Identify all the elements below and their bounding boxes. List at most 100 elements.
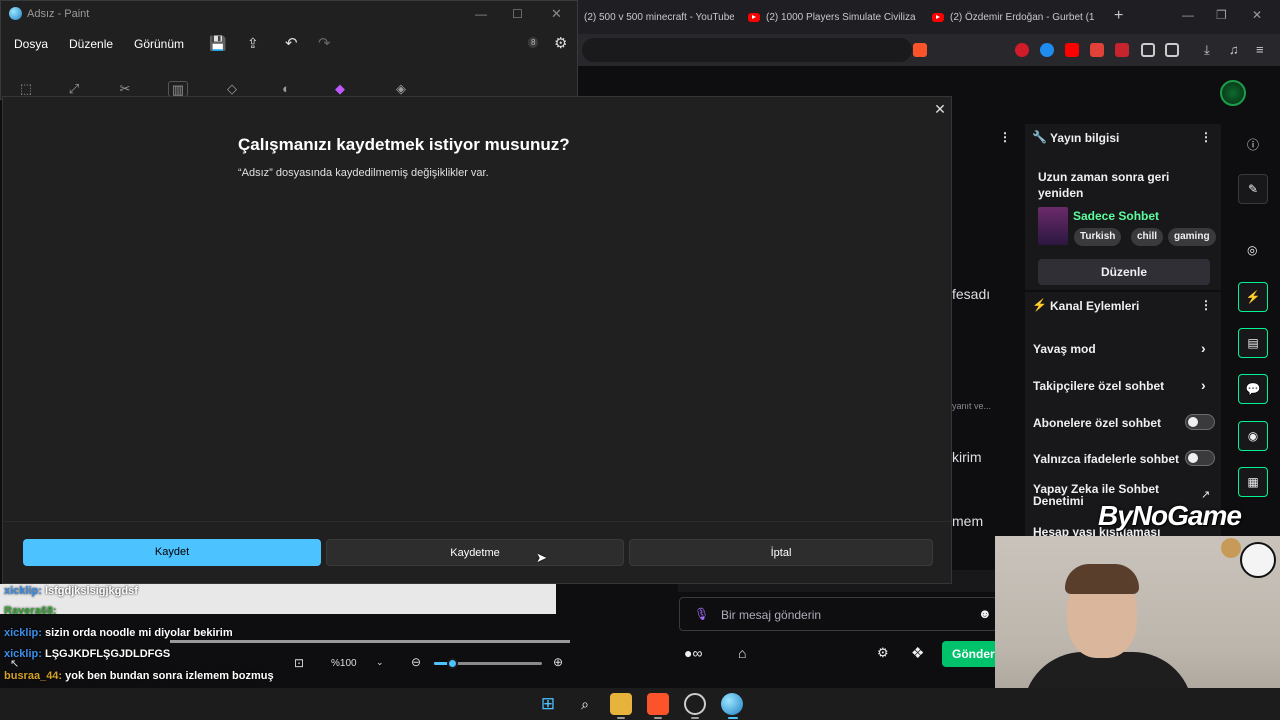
paint-app-icon[interactable] [721, 693, 743, 715]
emote-only-label: Yalnızca ifadelerle sohbet [1033, 452, 1180, 466]
download-icon[interactable]: ⤓ [1204, 43, 1218, 57]
pdf-ext-icon[interactable] [1115, 43, 1129, 57]
layers-icon[interactable]: ◈ [391, 81, 411, 97]
microphone-icon[interactable]: 🎙 [694, 607, 709, 621]
new-tab-button[interactable]: + [1114, 7, 1123, 25]
edit-icon[interactable]: ✎ [1238, 174, 1268, 204]
fit-screen-icon[interactable]: ⊡ [294, 656, 304, 670]
crop-icon[interactable]: ⤢ [64, 81, 84, 97]
broadcast-icon[interactable]: ◉ [1238, 421, 1268, 451]
browser-tab-1[interactable]: (2) 500 v 500 minecraft - YouTube [584, 8, 734, 26]
chat-message: xicklip: sizin orda noodle mi diyolar be… [4, 627, 233, 639]
emoji-icon[interactable]: ☻ [978, 606, 992, 621]
followers-only-label[interactable]: Takipçilere özel sohbet [1033, 379, 1164, 393]
windows-start-icon[interactable]: ⊞ [537, 693, 559, 715]
file-explorer-icon[interactable] [610, 693, 632, 715]
menu-icon[interactable]: ≡ [1256, 43, 1270, 57]
brave-shield-icon[interactable] [913, 43, 927, 57]
tag[interactable]: chill [1131, 228, 1164, 246]
menu-edit[interactable]: Düzenle [69, 37, 113, 51]
camera-icon[interactable]: ◎ [1247, 243, 1257, 257]
save-icon[interactable]: 💾 [209, 35, 226, 52]
chat-message: Ravera68: [4, 605, 57, 617]
settings-icon[interactable]: ⚙ [877, 645, 889, 661]
settings-icon[interactable]: ⚙ [554, 34, 567, 52]
zoom-out-icon[interactable]: ⊖ [411, 655, 421, 669]
partial-text: kirim [952, 449, 982, 465]
puzzle-icon[interactable] [1141, 43, 1155, 57]
subscribers-only-toggle[interactable] [1185, 414, 1215, 430]
tag[interactable]: gaming [1168, 228, 1216, 246]
brush-icon[interactable]: ▥ [168, 81, 188, 97]
chat-input[interactable]: 🎙 Bir mesaj gönderin ☻ [679, 597, 997, 631]
dont-save-button[interactable]: Kaydetme [326, 539, 624, 566]
tab-1-title: (2) 500 v 500 minecraft - YouTube [584, 11, 734, 23]
copilot-icon[interactable]: ◆ [330, 81, 350, 97]
cancel-button[interactable]: İptal [629, 539, 933, 566]
store-icon[interactable]: ⌂ [738, 645, 746, 661]
chat-message: busraa_44: yok ben bundan sonra izlemem … [4, 670, 274, 682]
redo-icon[interactable]: ↷ [318, 34, 331, 52]
selection-icon[interactable]: ⬚ [16, 81, 36, 97]
shapes-icon[interactable]: ◇ [222, 81, 242, 97]
zoom-in-icon[interactable]: ⊕ [553, 655, 563, 669]
chat-icon[interactable]: 💬 [1238, 374, 1268, 404]
scrollbar[interactable] [170, 640, 570, 643]
menu-file[interactable]: Dosya [14, 37, 48, 51]
share-icon[interactable]: ⇪ [247, 35, 259, 52]
tools-icon[interactable]: ✂ [115, 81, 135, 97]
more-icon[interactable]: ⋮ [1200, 298, 1212, 312]
mouse-cursor: ➤ [536, 550, 547, 565]
undo-icon[interactable]: ↶ [285, 34, 298, 52]
zoom-slider-handle[interactable] [447, 658, 458, 669]
obs-icon[interactable] [684, 693, 706, 715]
category-link[interactable]: Sadece Sohbet [1073, 209, 1159, 223]
dialog-close-icon[interactable]: ✕ [931, 101, 949, 118]
chevron-right-icon[interactable]: › [1201, 340, 1206, 356]
address-bar[interactable] [582, 38, 912, 62]
paint-titlebar: Adsız - Paint — ☐ ✕ [1, 1, 577, 27]
maximize-icon[interactable]: ❐ [1216, 8, 1227, 22]
search-ext-icon[interactable] [1090, 43, 1104, 57]
browser-tab-3[interactable]: (2) Özdemir Erdoğan - Gurbet (1 [932, 8, 1102, 26]
minimize-icon[interactable]: — [1182, 8, 1194, 22]
brave-icon[interactable] [647, 693, 669, 715]
youtube-ext-icon[interactable] [1065, 43, 1079, 57]
notes-icon[interactable]: ▤ [1238, 328, 1268, 358]
send-chat-button[interactable]: Gönder [942, 641, 998, 667]
save-dialog: ✕ Çalışmanızı kaydetmek istiyor musunuz?… [2, 96, 952, 584]
more-icon[interactable]: ⋮ [1200, 130, 1212, 144]
avatar[interactable] [1220, 80, 1246, 106]
media-icon[interactable]: ♫ [1229, 43, 1243, 57]
chevron-down-icon[interactable]: ⌄ [376, 657, 384, 668]
ublock-icon[interactable] [1015, 43, 1029, 57]
tag[interactable]: Turkish [1074, 228, 1122, 246]
menu-view[interactable]: Görünüm [134, 37, 184, 51]
partial-text: fesadı [952, 286, 991, 302]
channel-actions-header: Kanal Eylemleri [1050, 299, 1140, 313]
info-icon[interactable]: ⓘ [1247, 136, 1259, 153]
stream-info-header: Yayın bilgisi [1050, 131, 1120, 145]
zoom-select[interactable]: %100 [331, 658, 357, 669]
flash-icon[interactable]: ⚡ [1238, 282, 1268, 312]
save-button[interactable]: Kaydet [23, 539, 321, 566]
edit-stream-button[interactable]: Düzenle [1038, 259, 1210, 285]
more-icon[interactable]: ⋮ [999, 130, 1011, 144]
sidebar-icon[interactable] [1165, 43, 1179, 57]
heart-icon[interactable]: ❖ [911, 644, 924, 662]
extension-icon[interactable] [1040, 43, 1054, 57]
chevron-right-icon[interactable]: › [1201, 377, 1206, 393]
close-icon[interactable]: ✕ [551, 6, 562, 22]
chat-overlay: xicklip: lsfgdjkslsigjkgdsf Ravera68: xi… [0, 584, 578, 688]
subscribers-only-label: Abonelere özel sohbet [1033, 416, 1162, 430]
close-icon[interactable]: ✕ [1252, 8, 1262, 22]
layout-icon[interactable]: ▦ [1238, 467, 1268, 497]
minimize-icon[interactable]: — [475, 7, 487, 21]
bits-icon[interactable]: ●∞ [684, 645, 702, 661]
slow-mode-label[interactable]: Yavaş mod [1033, 342, 1096, 356]
maximize-icon[interactable]: ☐ [512, 7, 523, 21]
colors-icon[interactable]: ◐ [276, 81, 296, 97]
emote-only-toggle[interactable] [1185, 450, 1215, 466]
browser-tab-2[interactable]: (2) 1000 Players Simulate Civiliza [748, 8, 916, 26]
search-icon[interactable]: ⌕ [574, 693, 596, 715]
